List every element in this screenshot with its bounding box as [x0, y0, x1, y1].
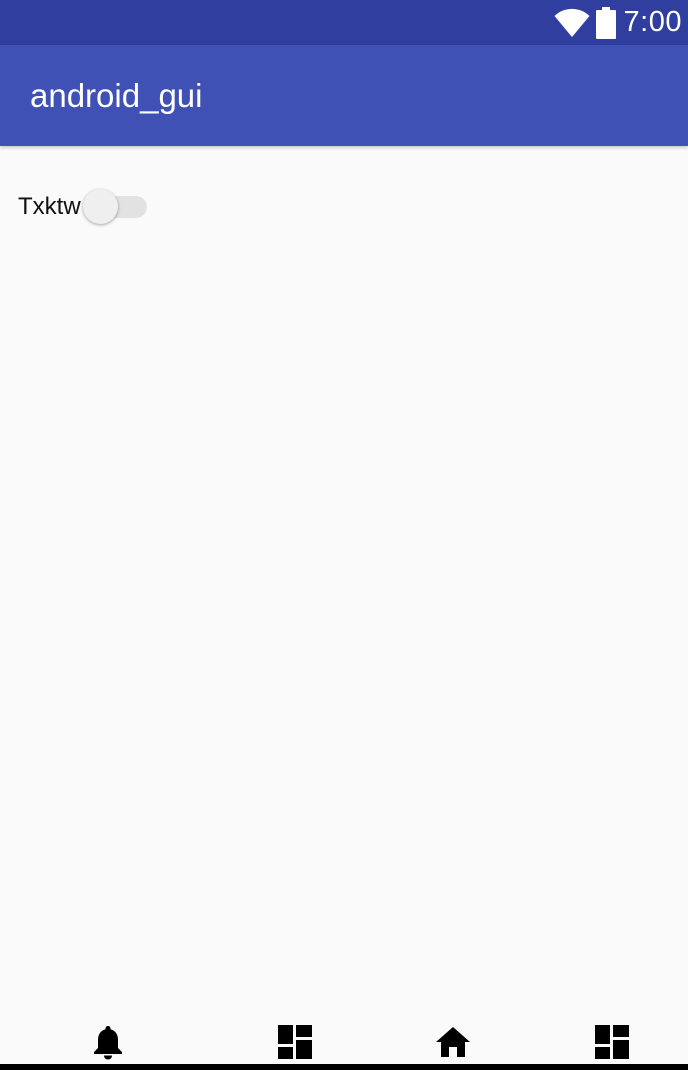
screen: 7:00 android_gui Txktw	[0, 0, 688, 1070]
battery-icon	[595, 6, 616, 39]
home-icon	[436, 1026, 470, 1057]
app-bar: android_gui	[0, 45, 688, 146]
switch-label: Txktw	[18, 193, 81, 220]
notifications-icon	[94, 1025, 122, 1059]
bottom-navigation	[0, 1019, 688, 1064]
nav-item-dashboard[interactable]	[270, 1019, 320, 1064]
app-title: android_gui	[30, 77, 203, 114]
nav-item-notifications[interactable]	[83, 1019, 133, 1064]
toggle-switch[interactable]	[81, 188, 149, 226]
switch-thumb[interactable]	[82, 189, 118, 224]
status-icons: 7:00	[554, 0, 682, 45]
content-area: Txktw	[0, 146, 688, 1036]
nav-item-home[interactable]	[428, 1019, 478, 1064]
system-navigation-bar	[0, 1064, 688, 1070]
status-bar: 7:00	[0, 0, 688, 45]
nav-item-dashboard-2[interactable]	[587, 1019, 637, 1064]
wifi-icon	[554, 8, 590, 37]
switch-row[interactable]: Txktw	[18, 188, 149, 226]
dashboard-icon	[595, 1024, 629, 1059]
dashboard-icon	[278, 1024, 312, 1059]
clock: 7:00	[623, 6, 682, 38]
